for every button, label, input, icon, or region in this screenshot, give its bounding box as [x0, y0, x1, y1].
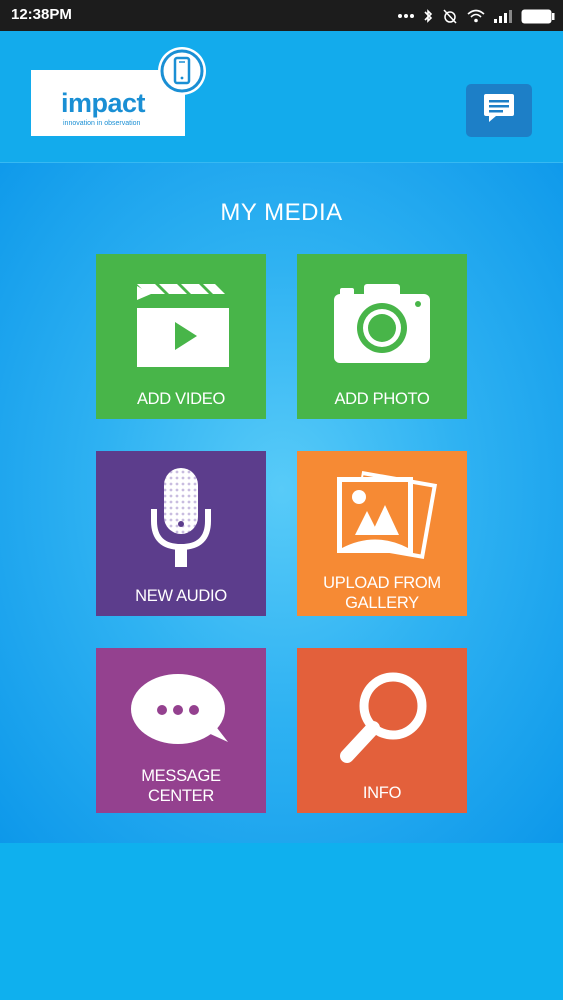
battery-icon — [521, 9, 555, 24]
add-photo-tile[interactable]: ADD PHOTO — [297, 254, 467, 419]
upload-gallery-label-line2: GALLERY — [345, 594, 419, 612]
message-center-label-line2: CENTER — [147, 787, 215, 805]
add-video-label: ADD VIDEO — [136, 390, 226, 408]
upload-gallery-label-line1: UPLOAD FROM — [323, 574, 441, 592]
my-media-panel: MY MEDIA ADD VIDEO ADD PHOTO NEW AUDIO U… — [0, 163, 563, 843]
new-audio-label: NEW AUDIO — [135, 587, 227, 605]
new-audio-tile[interactable]: NEW AUDIO — [96, 451, 266, 616]
page-title: MY MEDIA — [220, 199, 343, 226]
upload-gallery-tile[interactable]: UPLOAD FROM GALLERY — [297, 451, 467, 616]
signal-icon — [494, 9, 512, 23]
wifi-icon — [467, 9, 485, 23]
alarm-off-icon — [442, 8, 458, 24]
footer-area — [0, 843, 563, 1000]
message-center-label-line1: MESSAGE — [141, 767, 221, 785]
chat-bubble-icon — [483, 93, 515, 128]
logo-word: impact — [61, 88, 146, 118]
app-header: impact innovation in observation — [0, 31, 563, 163]
status-time: 12:38PM — [11, 6, 72, 23]
bluetooth-icon — [423, 8, 433, 24]
info-tile[interactable]: INFO — [297, 648, 467, 813]
info-label: INFO — [362, 784, 402, 802]
add-video-tile[interactable]: ADD VIDEO — [96, 254, 266, 419]
chat-button[interactable] — [466, 84, 532, 137]
logo-tagline: innovation in observation — [63, 120, 141, 127]
upload-gallery-label: UPLOAD FROM GALLERY — [297, 573, 467, 613]
gallery-icon — [297, 451, 467, 581]
add-photo-label: ADD PHOTO — [334, 390, 430, 408]
more-dots-icon — [398, 13, 414, 19]
speech-bubble-icon — [96, 648, 266, 778]
message-center-label: MESSAGE CENTER — [96, 766, 266, 806]
phone-bubble-icon — [154, 45, 212, 108]
status-icons — [398, 4, 555, 28]
message-center-tile[interactable]: MESSAGE CENTER — [96, 648, 266, 813]
camera-icon — [297, 254, 467, 384]
impact-logo: impact innovation in observation — [30, 45, 215, 145]
magnifier-icon — [297, 648, 467, 778]
status-bar: 12:38PM — [0, 0, 563, 31]
clapperboard-icon — [96, 254, 266, 384]
microphone-icon — [96, 451, 266, 581]
